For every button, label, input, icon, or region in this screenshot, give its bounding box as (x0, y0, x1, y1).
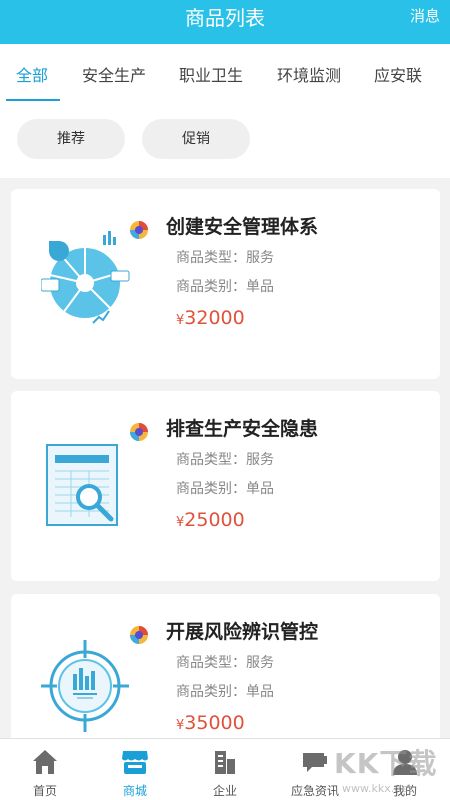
product-type: 商品类型：服务 (176, 452, 274, 468)
nav-home[interactable]: 首页 (0, 739, 90, 800)
product-title: 排查生产安全隐患 (166, 418, 319, 440)
product-type: 商品类型：服务 (176, 250, 274, 266)
tab-safety-production[interactable]: 安全生产 (82, 62, 146, 86)
product-price: ¥25000 (176, 509, 245, 531)
document-magnifier-icon (46, 444, 118, 526)
building-icon (215, 751, 235, 774)
product-category: 商品类别：单品 (176, 481, 274, 497)
nav-enterprise[interactable]: 企业 (180, 739, 270, 800)
product-title: 创建安全管理体系 (166, 216, 319, 238)
tab-occupational-health[interactable]: 职业卫生 (179, 62, 243, 86)
product-type: 商品类型：服务 (176, 655, 274, 671)
product-card[interactable]: 排查生产安全隐患 商品类型：服务 商品类别：单品 ¥25000 (11, 391, 440, 581)
active-tab-indicator (6, 99, 60, 101)
page-title: 商品列表 (185, 6, 265, 30)
product-category: 商品类别：单品 (176, 684, 274, 700)
category-tabs: 全部 安全生产 职业卫生 环境监测 应安联 (0, 44, 450, 102)
chat-icon (303, 753, 327, 772)
nav-home-label: 首页 (32, 784, 57, 798)
nav-enterprise-label: 企业 (212, 784, 237, 798)
messages-button[interactable]: 消息 (410, 5, 440, 26)
filter-recommended-button[interactable]: 推荐 (17, 119, 125, 159)
target-chart-icon (41, 640, 129, 732)
filter-promotion-button[interactable]: 促销 (142, 119, 250, 159)
home-icon (33, 750, 57, 774)
watermark: KK下载 www.kkx.net (330, 742, 450, 800)
product-card[interactable]: 创建安全管理体系 商品类型：服务 商品类别：单品 ¥32000 (11, 189, 440, 379)
product-price: ¥32000 (176, 307, 245, 329)
tab-all[interactable]: 全部 (16, 62, 48, 86)
store-icon (122, 751, 148, 774)
pie-chart-icon (41, 231, 130, 324)
nav-store[interactable]: 商城 (90, 739, 180, 800)
product-badge-icon (130, 423, 148, 441)
watermark-url: www.kkx.net (342, 782, 413, 795)
nav-store-label: 商城 (122, 784, 147, 798)
price-value: 25000 (184, 509, 245, 531)
product-title: 开展风险辨识管控 (166, 621, 319, 643)
tab-yinganlian[interactable]: 应安联 (374, 62, 422, 86)
filter-bar: 推荐 促销 (0, 102, 450, 178)
product-badge-icon (130, 221, 148, 239)
app-header: 商品列表 消息 (0, 0, 450, 44)
product-badge-icon (130, 626, 148, 644)
price-value: 32000 (184, 307, 245, 329)
watermark-text: KK下载 (334, 747, 438, 780)
product-category: 商品类别：单品 (176, 279, 274, 295)
product-price: ¥35000 (176, 712, 245, 734)
price-value: 35000 (184, 712, 245, 734)
tab-environment-monitoring[interactable]: 环境监测 (277, 62, 341, 86)
